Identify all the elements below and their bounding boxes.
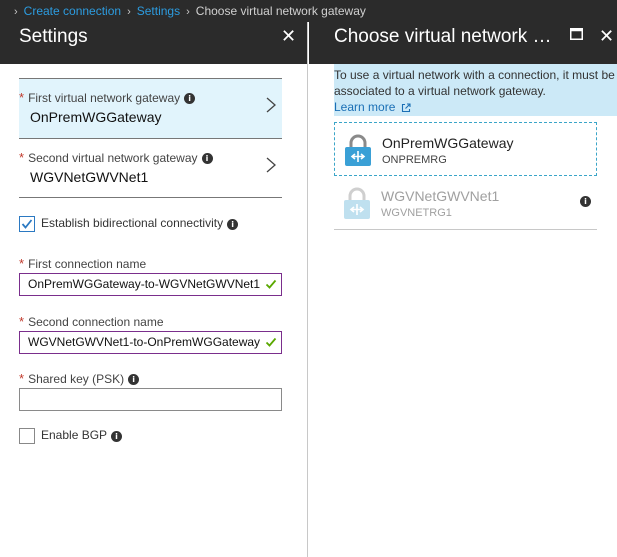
bidirectional-checkbox[interactable] [19,216,35,232]
chevron-right-icon [266,157,276,173]
bgp-label: Enable BGP [41,428,108,443]
external-link-icon[interactable] [401,103,411,113]
breadcrumb: › Create connection › Settings › Choose virtu… [0,0,617,22]
chevron-right-icon: › [14,6,18,18]
gateway-item-wgvnetgwvnet1: WGVNetGWVNet1 WGVNETRG1 i [334,176,597,230]
chooser-header: Choose virtual network gateway ✕ [309,22,617,64]
valid-check-icon [265,337,277,347]
required-marker: * [19,150,25,165]
settings-blade: Settings ✕ * First virtual network gatewa… [0,22,308,557]
required-marker: * [19,371,25,386]
first-gateway-value: OnPremWGGateway [30,109,162,125]
second-gateway-picker[interactable]: * Second virtual network gateway i WGVNetG… [19,138,282,198]
chevron-right-icon: › [127,6,131,18]
gateway-resource-group: WGVNETRG1 [381,207,452,219]
bgp-checkbox[interactable] [19,428,35,444]
learn-more-link[interactable]: Learn more [334,100,395,114]
info-text: To use a virtual network with a connecti… [334,68,615,98]
required-marker: * [19,256,25,271]
checkmark-icon [21,219,33,229]
first-gateway-picker[interactable]: * First virtual network gateway i OnPremWG… [19,78,282,138]
info-icon[interactable]: i [111,430,123,442]
second-gateway-value: WGVNetGWVNet1 [30,169,149,185]
gateway-name: OnPremWGGateway [382,135,514,151]
chevron-right-icon: › [186,6,190,18]
bidirectional-label: Establish bidirectional connectivity [41,216,224,231]
second-connection-label: * Second connection name [19,314,164,329]
second-gateway-label: * Second virtual network gateway i [19,150,213,165]
first-connection-value: OnPremWGGateway-to-WGVNetGWVNet1 [28,277,261,291]
chooser-title: Choose virtual network gateway [334,26,559,47]
second-connection-value: WGVNetGWVNet1-to-OnPremWGGateway [28,335,261,349]
bgp-row: Enable BGP i [19,428,123,444]
info-icon[interactable]: i [227,218,239,230]
shared-key-label: * Shared key (PSK) i [19,371,140,386]
settings-header: Settings ✕ [0,22,307,64]
gateway-name: WGVNetGWVNet1 [381,188,500,204]
info-icon[interactable]: i [201,153,213,165]
chooser-blade: Choose virtual network gateway ✕ To use … [309,22,617,557]
shared-key-input[interactable] [19,388,282,411]
maximize-icon[interactable] [570,28,583,40]
required-marker: * [19,314,25,329]
first-gateway-label: * First virtual network gateway i [19,90,196,105]
gateway-lock-icon [344,187,370,219]
breadcrumb-current: Choose virtual network gateway [195,4,366,18]
close-icon[interactable]: ✕ [599,27,614,45]
gateway-resource-group: ONPREMRG [382,154,447,166]
info-icon[interactable]: i [184,93,196,105]
chevron-right-icon [266,97,276,113]
settings-title: Settings [19,26,88,47]
first-connection-input[interactable]: OnPremWGGateway-to-WGVNetGWVNet1 [19,273,282,296]
breadcrumb-create-connection[interactable]: Create connection [24,4,121,18]
close-icon[interactable]: ✕ [281,27,296,45]
gateway-lock-icon [345,134,371,166]
info-banner: To use a virtual network with a connecti… [334,64,617,116]
info-icon[interactable]: i [128,374,140,386]
valid-check-icon [265,279,277,289]
gateway-item-onpremwggateway[interactable]: OnPremWGGateway ONPREMRG [334,122,597,176]
bidirectional-row: Establish bidirectional connectivity i [19,216,239,232]
first-connection-label: * First connection name [19,256,147,271]
breadcrumb-settings[interactable]: Settings [137,4,180,18]
info-icon[interactable]: i [580,196,591,207]
required-marker: * [19,90,25,105]
second-connection-input[interactable]: WGVNetGWVNet1-to-OnPremWGGateway [19,331,282,354]
